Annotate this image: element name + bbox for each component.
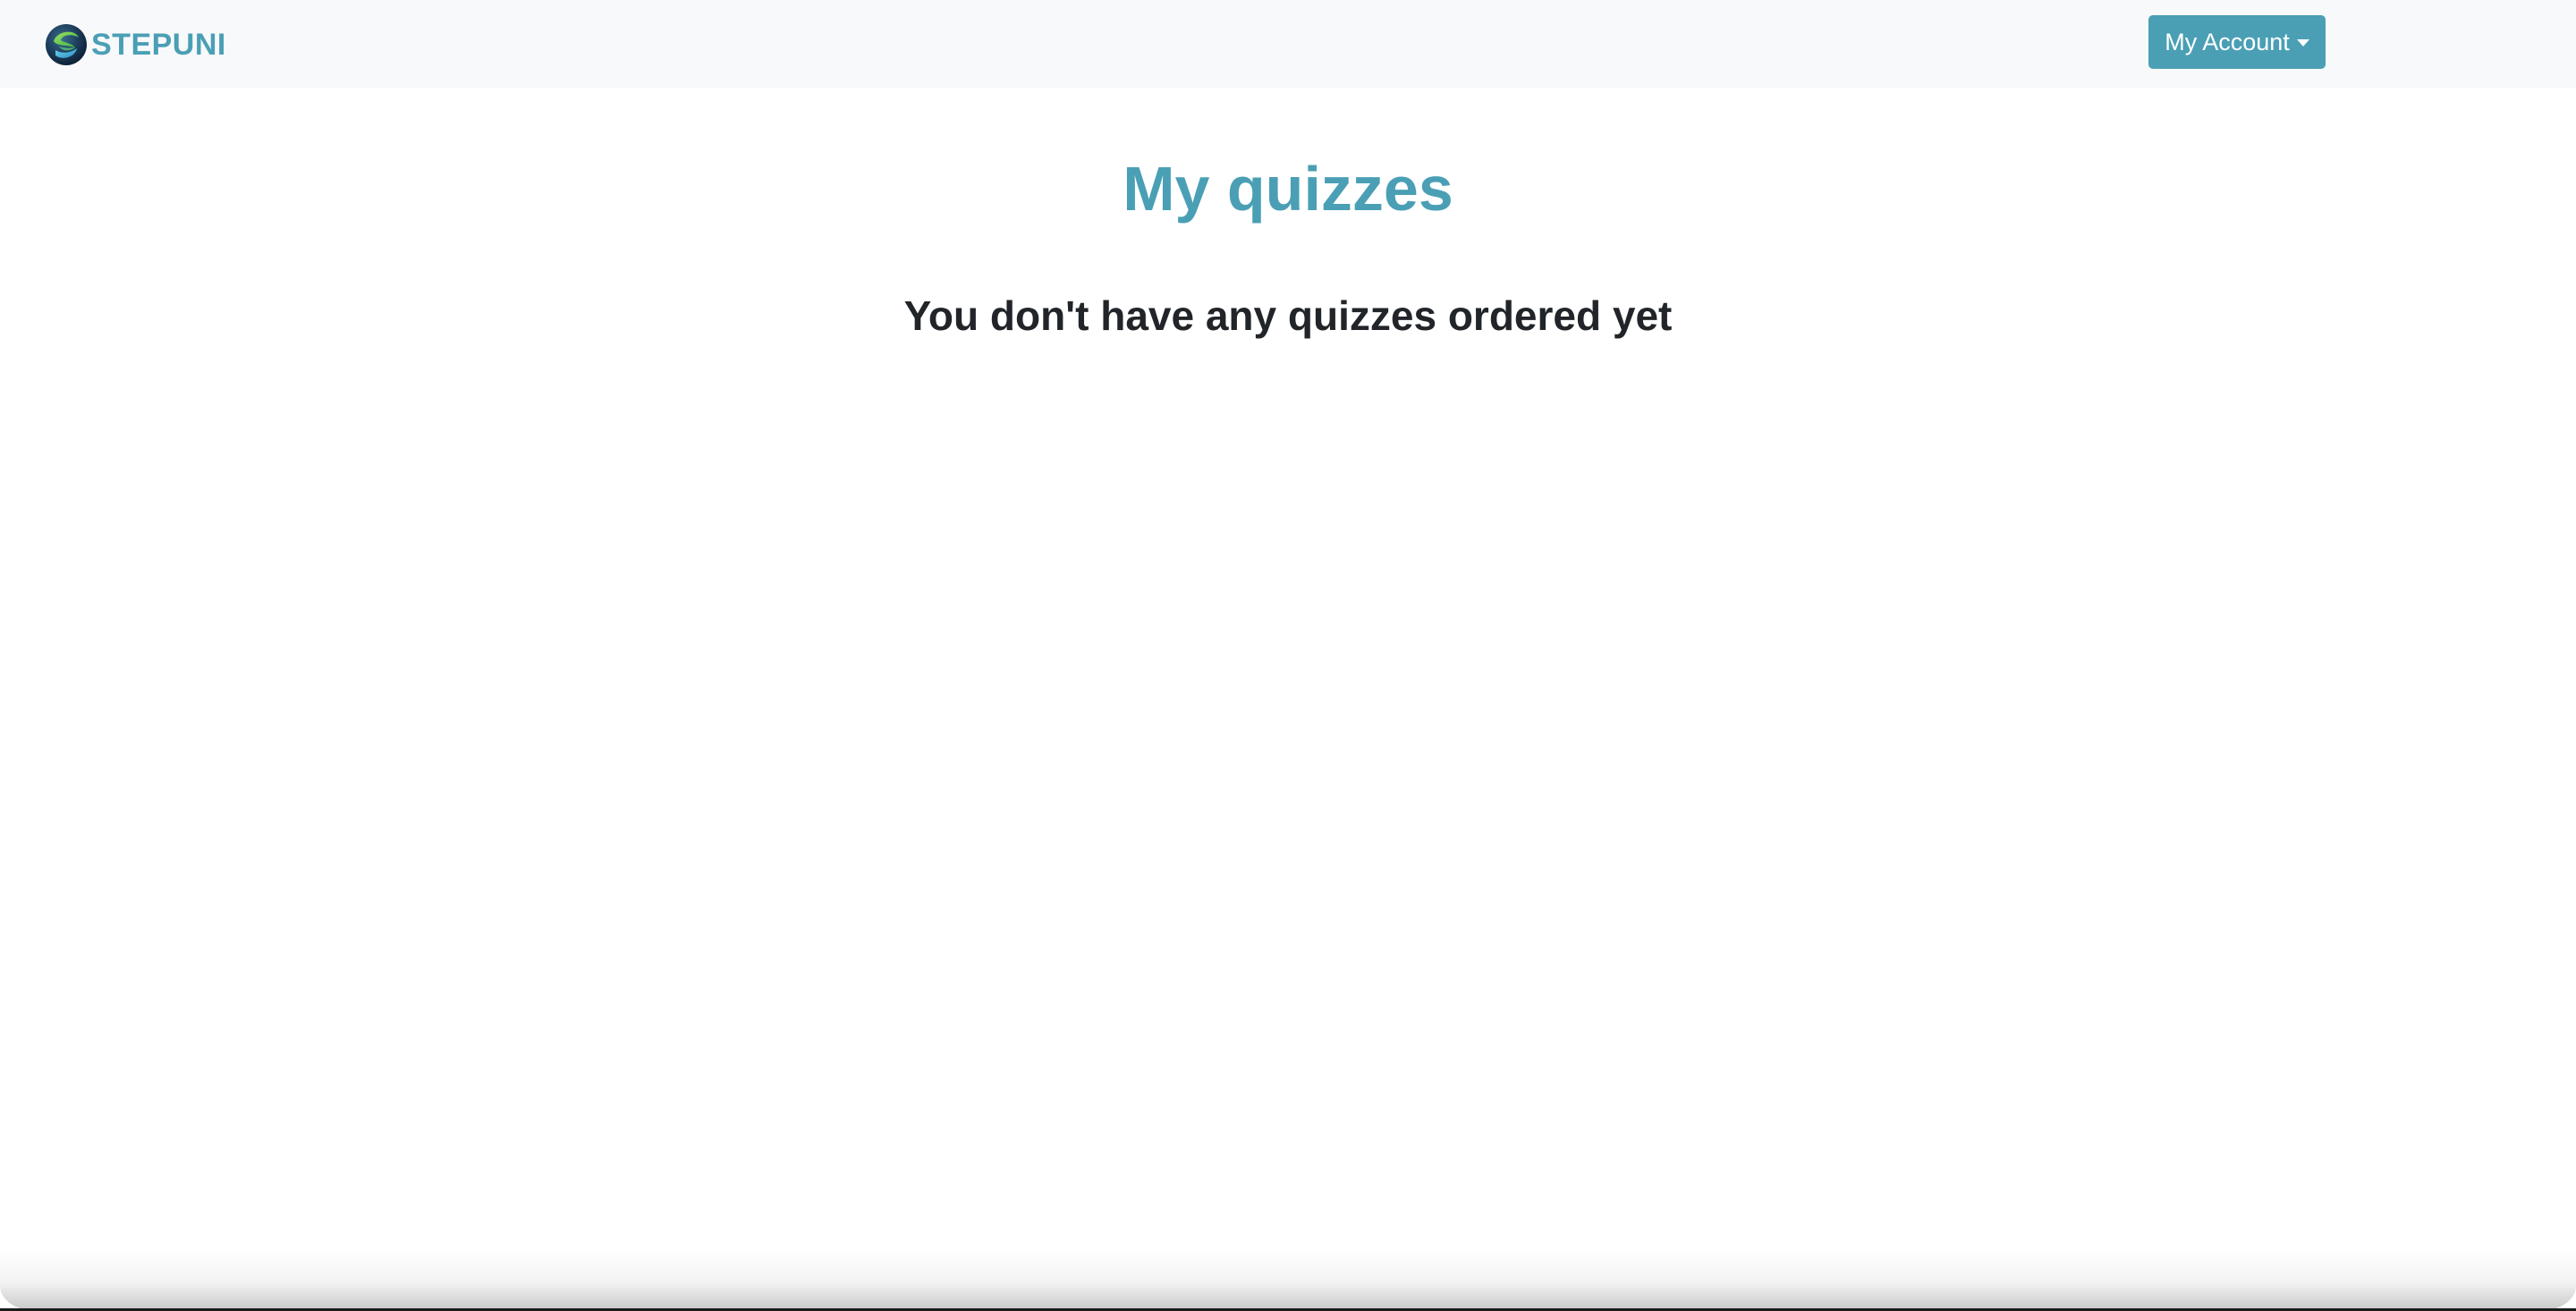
window-bottom-shadow <box>0 1248 2576 1311</box>
brand-name: STEPUNI <box>91 28 226 62</box>
my-account-dropdown-button[interactable]: My Account <box>2148 15 2326 69</box>
page: STEPUNI My Account My quizzes You don't … <box>0 0 2576 1311</box>
brand-home-link[interactable]: STEPUNI <box>45 21 226 68</box>
caret-down-icon <box>2296 39 2309 47</box>
globe-s-logo-icon <box>46 24 87 65</box>
page-title: My quizzes <box>1123 154 1453 224</box>
my-account-label: My Account <box>2165 28 2290 55</box>
empty-state-message: You don't have any quizzes ordered yet <box>903 292 1673 339</box>
top-navbar: STEPUNI My Account <box>0 0 2576 88</box>
